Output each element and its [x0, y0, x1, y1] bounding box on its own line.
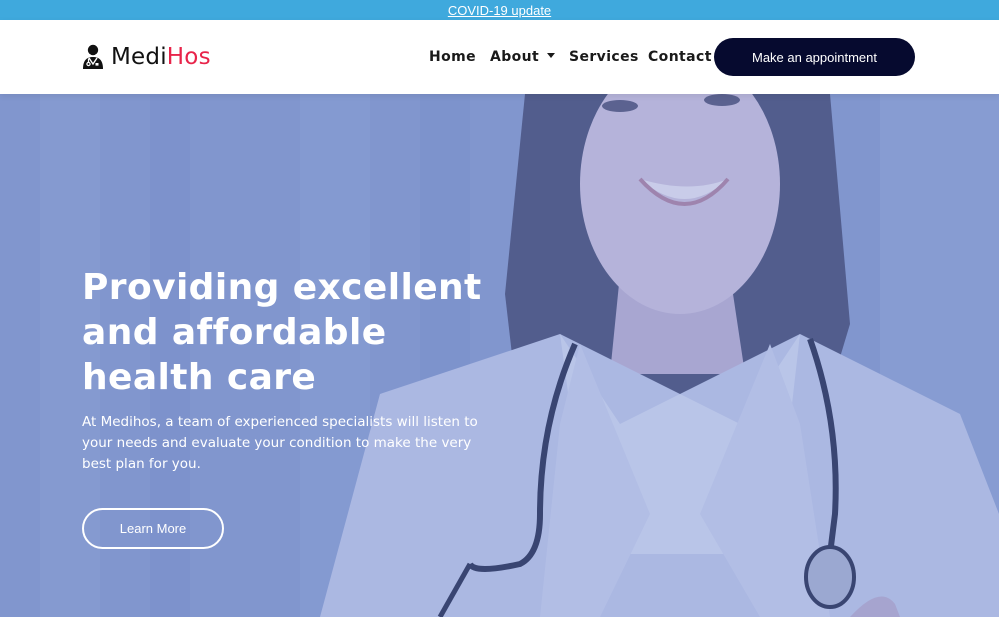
brand-logo[interactable]: MediHos [81, 42, 211, 72]
learn-more-button[interactable]: Learn More [82, 508, 224, 549]
nav-about-label: About [490, 49, 540, 65]
nav-contact[interactable]: Contact [648, 49, 712, 65]
navbar: MediHos Home About Services Contact Make… [0, 20, 999, 94]
brand-name: MediHos [111, 44, 211, 70]
hero-title: Providing excellent and affordable healt… [82, 267, 482, 398]
nav-services[interactable]: Services [569, 49, 639, 65]
hero-section: Providing excellent and affordable healt… [0, 94, 999, 617]
make-appointment-button[interactable]: Make an appointment [714, 38, 915, 76]
hero-description: At Medihos, a team of experienced specia… [82, 414, 478, 472]
announcement-bar: COVID-19 update [0, 0, 999, 20]
caret-down-icon [547, 53, 556, 58]
nav-about-dropdown[interactable]: About [490, 49, 556, 65]
doctor-icon [83, 44, 103, 69]
covid-update-link[interactable]: COVID-19 update [448, 3, 551, 18]
nav-home[interactable]: Home [429, 49, 476, 65]
